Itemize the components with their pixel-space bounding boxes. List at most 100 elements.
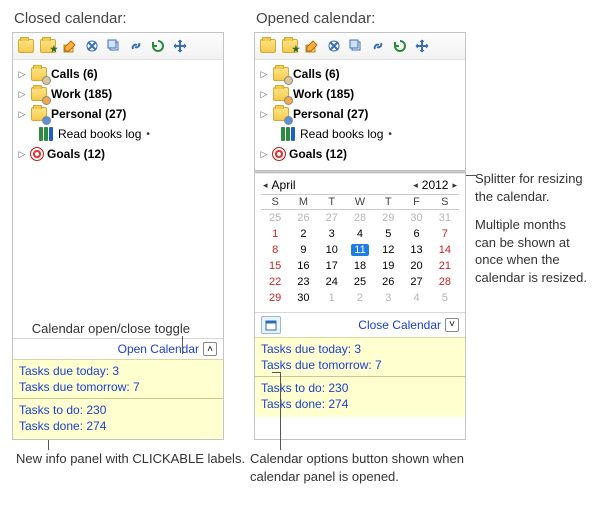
- expander-icon[interactable]: ▷: [259, 109, 269, 119]
- expander-icon[interactable]: ▷: [259, 149, 269, 159]
- calendar-day[interactable]: 4: [402, 290, 430, 306]
- calendar-header: ◂ April ◂ 2012 ▸: [261, 178, 459, 194]
- calendar-day[interactable]: 25: [261, 210, 289, 226]
- calendar-day[interactable]: 28: [346, 210, 374, 226]
- calendar-day[interactable]: 28: [431, 274, 459, 290]
- cut-icon[interactable]: [324, 36, 344, 56]
- info-tomorrow[interactable]: Tasks due tomorrow: 7: [261, 357, 459, 373]
- calendar-day[interactable]: 2: [289, 226, 317, 242]
- close-calendar-link[interactable]: Close Calendar: [358, 318, 441, 332]
- info-today[interactable]: Tasks due today: 3: [261, 341, 459, 357]
- open-calendar-link[interactable]: Open Calendar: [118, 342, 199, 356]
- calendar-day[interactable]: 25: [346, 274, 374, 290]
- calendar-day[interactable]: 30: [402, 210, 430, 226]
- calendar-day[interactable]: 1: [261, 226, 289, 242]
- calendar-day[interactable]: 9: [289, 242, 317, 258]
- tree-item-books[interactable]: Read books log•: [257, 124, 463, 144]
- tree-item-goals[interactable]: ▷Goals (12): [15, 144, 221, 164]
- refresh-icon[interactable]: [148, 36, 168, 56]
- info-today[interactable]: Tasks due today: 3: [19, 363, 217, 379]
- calendar-day[interactable]: 4: [346, 226, 374, 242]
- calendar-day[interactable]: 3: [374, 290, 402, 306]
- calendar-day[interactable]: 26: [289, 210, 317, 226]
- link-icon[interactable]: [126, 36, 146, 56]
- calendar-options-button[interactable]: [261, 316, 281, 334]
- info-done[interactable]: Tasks done: 274: [19, 418, 217, 434]
- calendar-day[interactable]: 21: [431, 258, 459, 274]
- expander-icon[interactable]: ▷: [259, 89, 269, 99]
- tree-item-label: Work (185): [51, 87, 112, 101]
- tree-item-calls[interactable]: ▷Calls (6): [15, 64, 221, 84]
- calendar-day[interactable]: 3: [318, 226, 346, 242]
- calendar-day[interactable]: 14: [431, 242, 459, 258]
- copy-icon[interactable]: [346, 36, 366, 56]
- calendar-day[interactable]: 11: [346, 242, 374, 258]
- calendar-day[interactable]: 27: [318, 210, 346, 226]
- info-todo[interactable]: Tasks to do: 230: [261, 380, 459, 396]
- tree-item-work[interactable]: ▷ Work (185): [257, 84, 463, 104]
- folder-icon: [272, 86, 290, 102]
- calendar-day[interactable]: 2: [346, 290, 374, 306]
- new-folder-icon[interactable]: ★: [280, 36, 300, 56]
- calendar-day[interactable]: 22: [261, 274, 289, 290]
- tree-item-books[interactable]: Read books log•: [15, 124, 221, 144]
- prev-month-icon[interactable]: ◂: [263, 180, 268, 191]
- calendar-day[interactable]: 18: [346, 258, 374, 274]
- expander-icon[interactable]: ▷: [259, 69, 269, 79]
- calendar-day[interactable]: 19: [374, 258, 402, 274]
- calendar-day[interactable]: 8: [261, 242, 289, 258]
- calendar-day[interactable]: 20: [402, 258, 430, 274]
- copy-icon[interactable]: [104, 36, 124, 56]
- target-icon: [272, 147, 286, 161]
- move-icon[interactable]: [170, 36, 190, 56]
- cut-icon[interactable]: [82, 36, 102, 56]
- expander-icon[interactable]: ▷: [17, 69, 27, 79]
- calendar-day[interactable]: 17: [318, 258, 346, 274]
- calendar-day[interactable]: 6: [402, 226, 430, 242]
- edit-icon[interactable]: [302, 36, 322, 56]
- folder-icon: [30, 86, 48, 102]
- calendar-day[interactable]: 23: [289, 274, 317, 290]
- calendar-day[interactable]: 27: [402, 274, 430, 290]
- info-tomorrow[interactable]: Tasks due tomorrow: 7: [19, 379, 217, 395]
- calendar-day[interactable]: 1: [318, 290, 346, 306]
- calendar-day[interactable]: 10: [318, 242, 346, 258]
- calendar-day[interactable]: 29: [374, 210, 402, 226]
- calendar-day[interactable]: 5: [374, 226, 402, 242]
- calendar-day[interactable]: 16: [289, 258, 317, 274]
- next-year-icon[interactable]: ▸: [452, 180, 457, 191]
- calendar-toggle-bar: Close Calendar ˅: [255, 312, 465, 337]
- prev-year-icon[interactable]: ◂: [413, 180, 418, 191]
- calendar-day[interactable]: 30: [289, 290, 317, 306]
- info-panel: Tasks due today: 3Tasks due tomorrow: 7 T…: [255, 337, 465, 417]
- move-icon[interactable]: [412, 36, 432, 56]
- new-folder-icon[interactable]: ★: [38, 36, 58, 56]
- calendar-day[interactable]: 13: [402, 242, 430, 258]
- info-done[interactable]: Tasks done: 274: [261, 396, 459, 412]
- calendar-day[interactable]: 31: [431, 210, 459, 226]
- tree-item-label: Work (185): [293, 87, 354, 101]
- chevron-down-icon[interactable]: ˅: [445, 318, 459, 332]
- chevron-up-icon[interactable]: ˄: [203, 342, 217, 356]
- tree-item-personal[interactable]: ▷Personal (27): [15, 104, 221, 124]
- calendar-day[interactable]: 26: [374, 274, 402, 290]
- tree-item-goals[interactable]: ▷Goals (12): [257, 144, 463, 164]
- calendar-day[interactable]: 24: [318, 274, 346, 290]
- expander-icon[interactable]: ▷: [17, 149, 27, 159]
- expander-icon[interactable]: ▷: [17, 109, 27, 119]
- folder-icon[interactable]: [16, 36, 36, 56]
- calendar-day[interactable]: 7: [431, 226, 459, 242]
- folder-icon[interactable]: [258, 36, 278, 56]
- refresh-icon[interactable]: [390, 36, 410, 56]
- link-icon[interactable]: [368, 36, 388, 56]
- tree-item-work[interactable]: ▷ Work (185): [15, 84, 221, 104]
- calendar-day[interactable]: 15: [261, 258, 289, 274]
- tree-item-calls[interactable]: ▷Calls (6): [257, 64, 463, 84]
- tree-item-personal[interactable]: ▷Personal (27): [257, 104, 463, 124]
- calendar-day[interactable]: 12: [374, 242, 402, 258]
- calendar-day[interactable]: 29: [261, 290, 289, 306]
- expander-icon[interactable]: ▷: [17, 89, 27, 99]
- calendar-day[interactable]: 5: [431, 290, 459, 306]
- info-todo[interactable]: Tasks to do: 230: [19, 402, 217, 418]
- edit-icon[interactable]: [60, 36, 80, 56]
